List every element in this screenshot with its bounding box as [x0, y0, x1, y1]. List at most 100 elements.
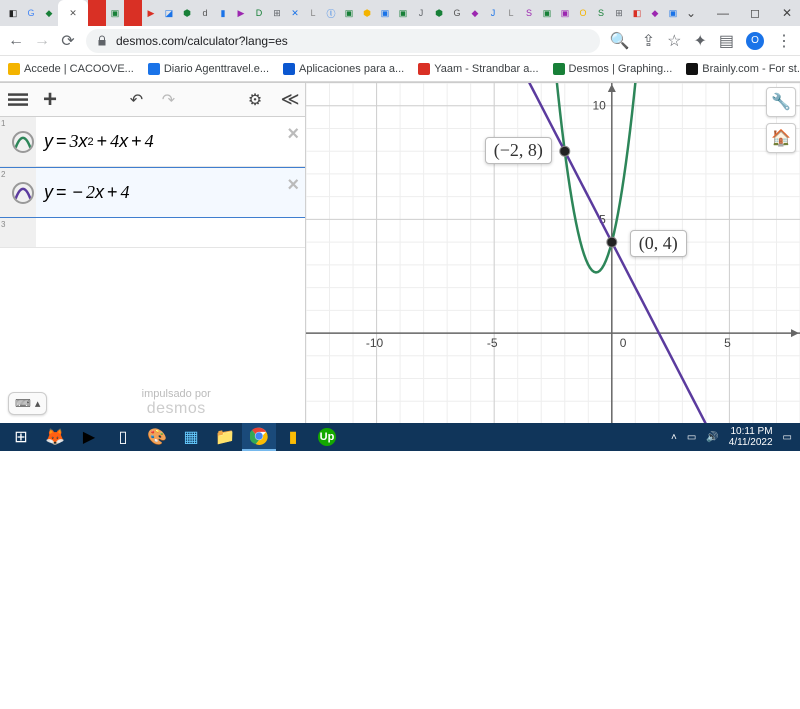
close-window-button[interactable]: ✕: [780, 6, 794, 20]
bookmark-favicon: [8, 63, 20, 75]
menu-icon[interactable]: [8, 90, 28, 110]
notifications-icon[interactable]: ▭: [783, 432, 792, 443]
tab-favicon[interactable]: [88, 0, 106, 26]
chevron-down-icon[interactable]: ⌄: [684, 6, 698, 20]
extensions-icon[interactable]: ✦: [693, 31, 706, 51]
undo-button[interactable]: ↶: [127, 90, 147, 110]
tab-favicon[interactable]: ▶: [142, 0, 160, 26]
volume-icon[interactable]: 🔊: [706, 432, 718, 443]
task-chrome[interactable]: [242, 423, 276, 451]
bookmark-item[interactable]: Desmos | Graphing...: [553, 63, 673, 75]
task-media[interactable]: ▶: [72, 423, 106, 451]
tab-favicon[interactable]: ⬢: [178, 0, 196, 26]
tab-favicon[interactable]: J: [412, 0, 430, 26]
task-explorer[interactable]: 📁: [208, 423, 242, 451]
tab-favicon[interactable]: ▣: [340, 0, 358, 26]
tab-favicon[interactable]: ⊞: [610, 0, 628, 26]
bookmark-item[interactable]: Brainly.com - For st...: [686, 63, 800, 75]
task-app[interactable]: ▮: [276, 423, 310, 451]
tab-favicon[interactable]: D: [250, 0, 268, 26]
bookmark-item[interactable]: Aplicaciones para a...: [283, 63, 404, 75]
reload-button[interactable]: ⟳: [60, 33, 76, 49]
forward-button[interactable]: →: [34, 33, 50, 49]
tab-favicon[interactable]: [124, 0, 142, 26]
tab-favicon[interactable]: L: [304, 0, 322, 26]
expression-row[interactable]: 2y=−2x+4×: [0, 167, 305, 218]
network-icon[interactable]: ▭: [687, 432, 696, 443]
settings-gear-icon[interactable]: ⚙: [245, 90, 265, 110]
kebab-menu-icon[interactable]: ⋮: [776, 31, 792, 51]
tab-favicon[interactable]: ◧: [628, 0, 646, 26]
tab-favicon[interactable]: ▶: [232, 0, 250, 26]
tab-favicon[interactable]: ▮: [214, 0, 232, 26]
task-document[interactable]: ▯: [106, 423, 140, 451]
tab-favicon[interactable]: J: [484, 0, 502, 26]
bookmark-item[interactable]: Diario Agenttravel.e...: [148, 63, 269, 75]
home-icon[interactable]: 🏠: [766, 123, 796, 153]
tab-favicon[interactable]: ▣: [556, 0, 574, 26]
tab-favicon[interactable]: ▣: [664, 0, 682, 26]
tab-favicon[interactable]: O: [574, 0, 592, 26]
url-input[interactable]: desmos.com/calculator?lang=es: [86, 29, 600, 53]
tab-favicon[interactable]: ▣: [394, 0, 412, 26]
task-upwork[interactable]: Up: [310, 423, 344, 451]
task-firefox[interactable]: 🦊: [38, 423, 72, 451]
expression-color-toggle[interactable]: [10, 218, 36, 247]
back-button[interactable]: ←: [8, 33, 24, 49]
expression-toolbar: + ↶ ↷ ⚙ ≪: [0, 83, 305, 117]
expression-index: 1: [0, 117, 10, 166]
tab-favicon[interactable]: G: [22, 0, 40, 26]
expression-input[interactable]: [36, 218, 305, 247]
tab-favicon[interactable]: ▣: [376, 0, 394, 26]
tab-favicon[interactable]: ⬢: [430, 0, 448, 26]
maximize-button[interactable]: ◻: [748, 6, 762, 20]
expression-row[interactable]: 1 y=3x2+4x+4×: [0, 117, 305, 167]
tab-favicon[interactable]: ◆: [466, 0, 484, 26]
tab-favicon[interactable]: G: [448, 0, 466, 26]
taskbar-clock[interactable]: 10:11 PM 4/11/2022: [729, 426, 773, 448]
tab-favicon[interactable]: S: [520, 0, 538, 26]
wrench-icon[interactable]: 🔧: [766, 87, 796, 117]
tab-favicon[interactable]: ⓛ: [322, 0, 340, 26]
tab-favicon[interactable]: ▣: [538, 0, 556, 26]
tab-favicon[interactable]: L: [502, 0, 520, 26]
tab-favicon[interactable]: d: [196, 0, 214, 26]
tab-favicon[interactable]: ◪: [160, 0, 178, 26]
tab-favicon[interactable]: S: [592, 0, 610, 26]
expression-color-toggle[interactable]: [10, 168, 36, 217]
zoom-icon[interactable]: 🔍: [610, 31, 630, 51]
tab-active[interactable]: ✕: [58, 0, 88, 26]
tab-favicon[interactable]: ◧: [4, 0, 22, 26]
tab-favicon[interactable]: ⬢: [358, 0, 376, 26]
svg-text:-5: -5: [487, 336, 498, 350]
reading-list-icon[interactable]: ▤: [719, 31, 734, 51]
expression-row[interactable]: 3: [0, 218, 305, 248]
task-paint[interactable]: 🎨: [140, 423, 174, 451]
keyboard-button[interactable]: ⌨ ▴: [8, 392, 47, 415]
redo-button[interactable]: ↷: [159, 90, 179, 110]
expression-input[interactable]: y=−2x+4: [36, 168, 305, 217]
tab-favicon[interactable]: ⊞: [268, 0, 286, 26]
minimize-button[interactable]: —: [716, 6, 730, 20]
start-button[interactable]: ⊞: [4, 423, 38, 451]
bookmark-item[interactable]: Accede | CACOOVE...: [8, 63, 134, 75]
graph-canvas[interactable]: -10-505510 🔧 🏠 (−2, 8)(0, 4): [306, 83, 800, 423]
point-label[interactable]: (0, 4): [630, 230, 687, 257]
tab-favicon[interactable]: ✕: [286, 0, 304, 26]
tab-favicon[interactable]: ◆: [40, 0, 58, 26]
point-label[interactable]: (−2, 8): [485, 137, 552, 164]
tab-favicon[interactable]: ◆: [646, 0, 664, 26]
collapse-panel-icon[interactable]: ≪: [277, 90, 297, 110]
bookmark-item[interactable]: Yaam - Strandbar a...: [418, 63, 538, 75]
add-expression-button[interactable]: +: [40, 90, 60, 110]
delete-expression-icon[interactable]: ×: [287, 174, 299, 197]
tab-favicon[interactable]: ▣: [106, 0, 124, 26]
delete-expression-icon[interactable]: ×: [287, 123, 299, 146]
share-icon[interactable]: ⇪: [642, 31, 655, 51]
bookmark-star-icon[interactable]: ☆: [667, 31, 681, 51]
expression-input[interactable]: y=3x2+4x+4: [36, 117, 305, 166]
tray-chevron-icon[interactable]: ˄: [671, 432, 677, 443]
task-calendar[interactable]: ▦: [174, 423, 208, 451]
expression-color-toggle[interactable]: [10, 117, 36, 166]
profile-avatar[interactable]: O: [746, 32, 764, 50]
